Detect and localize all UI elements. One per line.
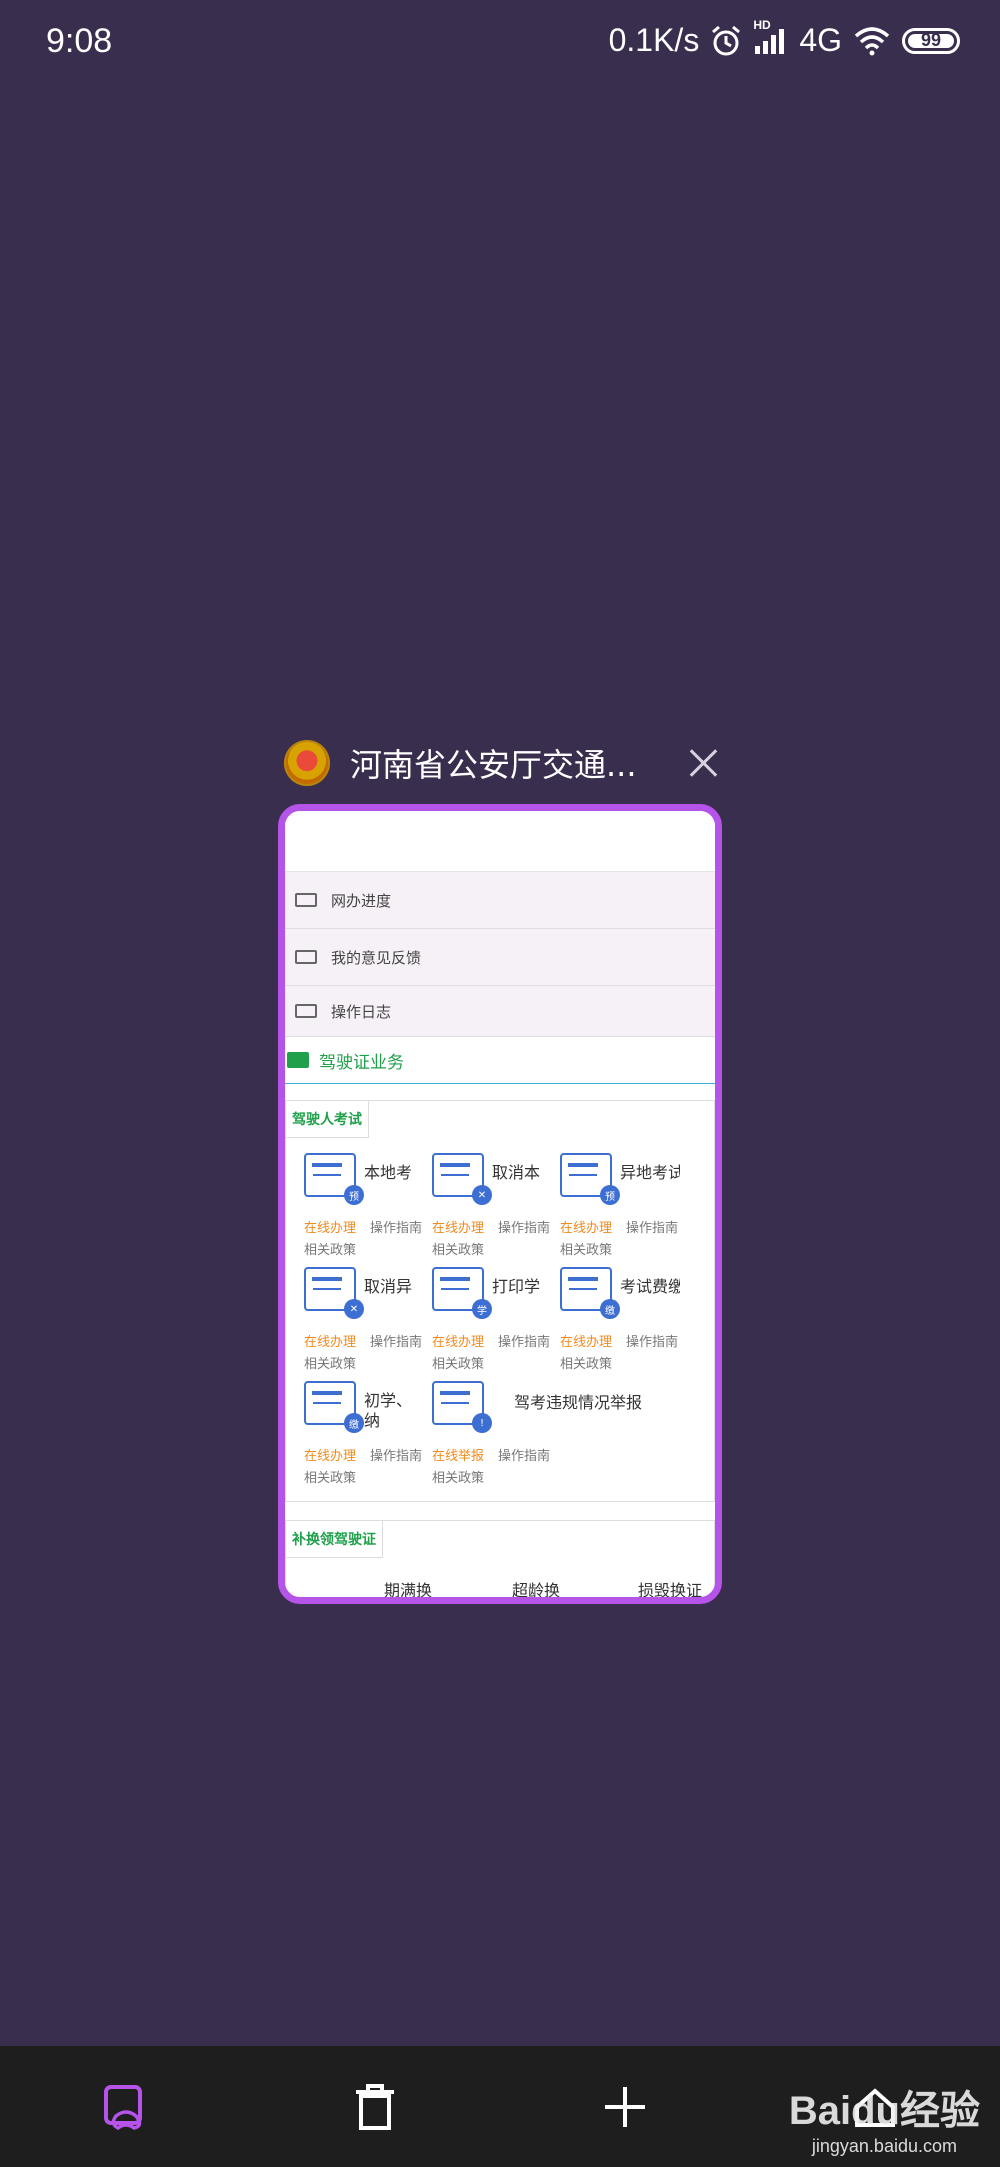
alarm-icon	[712, 25, 741, 55]
payment-card-icon: 缴	[304, 1381, 364, 1433]
service-name: 考试费缴纳	[620, 1277, 680, 1296]
badge: ✕	[344, 1299, 364, 1319]
wifi-icon	[854, 26, 890, 55]
service-item: ✕ 取消本 在线办理 操作指南 相关政策	[414, 1153, 550, 1263]
guide-link: 操作指南	[626, 1221, 679, 1236]
status-bar: 9:08 0.1K/s HD 4G 99	[0, 0, 1000, 90]
service-item: 缴 考试费缴纳 在线办理 操作指南 相关政策	[542, 1267, 680, 1377]
tab-preview-card[interactable]: 网办进度 我的意见反馈 操作日志 驾驶证业务 驾驶人考试 预 本地考 在线办理 …	[278, 804, 722, 1604]
badge: 学	[472, 1299, 492, 1319]
online-link: 在线办理	[432, 1221, 485, 1236]
folder-icon	[295, 1004, 317, 1018]
group-label: 补换领驾驶证	[286, 1521, 383, 1558]
policy-link: 相关政策	[304, 1471, 357, 1486]
service-group-renewal: 补换领驾驶证 期满换 超龄换 损毁换证	[285, 1520, 715, 1600]
close-icon[interactable]	[684, 743, 724, 783]
badge: !	[472, 1413, 492, 1433]
group-label: 驾驶人考试	[286, 1101, 369, 1138]
watermark-url: jingyan.baidu.com	[811, 2136, 957, 2156]
menu-item: 网办进度	[285, 872, 715, 929]
policy-link: 相关政策	[304, 1243, 357, 1258]
badge: ✕	[472, 1185, 492, 1205]
preview-top-bar	[285, 811, 715, 872]
service-name: 异地考试预	[620, 1163, 680, 1182]
network-speed: 0.1K/s	[608, 22, 700, 58]
policy-link: 相关政策	[432, 1357, 485, 1372]
calendar-icon: ✕	[304, 1267, 364, 1319]
card-icon	[295, 893, 317, 907]
policy-link: 相关政策	[560, 1243, 613, 1258]
menu-item-label: 我的意见反馈	[331, 948, 422, 967]
section-title: 驾驶证业务	[285, 1037, 715, 1084]
service-name: 损毁换证	[638, 1581, 703, 1600]
clock: 9:08	[46, 22, 113, 60]
service-item: 缴 初学、 纳 在线办理 操作指南 相关政策	[286, 1381, 422, 1491]
service-name: 超龄换	[512, 1581, 561, 1600]
battery-level: 99	[920, 30, 942, 50]
tab-header[interactable]: 河南省公安厅交通...	[284, 736, 724, 790]
signal-group: HD	[753, 18, 789, 56]
badge: 缴	[600, 1299, 620, 1319]
report-icon: !	[432, 1381, 492, 1433]
menu-item-label: 操作日志	[331, 1002, 392, 1021]
service-item: 预 异地考试预 在线办理 操作指南 相关政策	[542, 1153, 680, 1263]
hd-label: HD	[753, 17, 771, 32]
location-form-icon: 预	[560, 1153, 620, 1205]
policy-link: 相关政策	[432, 1471, 485, 1486]
network-type: 4G	[799, 22, 842, 58]
policy-link: 相关政策	[304, 1357, 357, 1372]
delete-all-button[interactable]	[315, 2057, 435, 2157]
tabs-button[interactable]	[65, 2057, 185, 2157]
watermark: Baidu经验 jingyan.baidu.com	[789, 2078, 980, 2157]
payment-card-icon: 缴	[560, 1267, 620, 1319]
online-link: 在线办理	[560, 1221, 613, 1236]
badge: 预	[344, 1185, 364, 1205]
guide-link: 操作指南	[498, 1449, 551, 1464]
trash-icon	[356, 2083, 394, 2130]
online-link: 在线办理	[560, 1335, 613, 1350]
folder-icon	[295, 950, 317, 964]
policy-link: 相关政策	[560, 1357, 613, 1372]
service-item: 学 打印学 在线办理 操作指南 相关政策	[414, 1267, 550, 1377]
guide-link: 操作指南	[626, 1335, 679, 1350]
tab-title: 河南省公安厅交通...	[350, 746, 637, 784]
calendar-icon: ✕	[432, 1153, 492, 1205]
form-icon: 预	[304, 1153, 364, 1205]
service-item: 预 本地考 在线办理 操作指南 相关政策	[286, 1153, 422, 1263]
online-link: 在线办理	[432, 1335, 485, 1350]
battery-indicator: 99	[902, 27, 960, 54]
menu-item-label: 网办进度	[331, 891, 392, 910]
service-item: ✕ 取消异 在线办理 操作指南 相关政策	[286, 1267, 422, 1377]
watermark-brand: Baidu经验	[788, 2089, 980, 2133]
report-link: 在线举报	[432, 1449, 485, 1464]
report-title: 驾考违规情况举报	[514, 1393, 643, 1412]
document-icon: 学	[432, 1267, 492, 1319]
service-name: 期满换	[384, 1581, 433, 1600]
list-icon	[287, 1052, 309, 1068]
status-icons: 0.1K/s HD 4G 99	[608, 18, 960, 59]
menu-item: 我的意见反馈	[285, 929, 715, 986]
bottom-nav: Baidu经验 jingyan.baidu.com	[0, 2046, 1000, 2167]
online-link: 在线办理	[304, 1449, 357, 1464]
badge: 缴	[344, 1413, 364, 1433]
badge: 预	[600, 1185, 620, 1205]
policy-link: 相关政策	[432, 1243, 485, 1258]
police-badge-icon	[284, 740, 330, 786]
plus-icon	[605, 2086, 645, 2127]
menu-item: 操作日志	[285, 986, 715, 1037]
online-link: 在线办理	[304, 1221, 357, 1236]
section-title-text: 驾驶证业务	[319, 1052, 404, 1073]
service-group-exam: 驾驶人考试 预 本地考 在线办理 操作指南 相关政策 ✕ 取消本 在线办理 操作…	[285, 1100, 715, 1502]
online-link: 在线办理	[304, 1335, 357, 1350]
tabs-icon	[104, 2084, 142, 2130]
new-tab-button[interactable]	[565, 2057, 685, 2157]
